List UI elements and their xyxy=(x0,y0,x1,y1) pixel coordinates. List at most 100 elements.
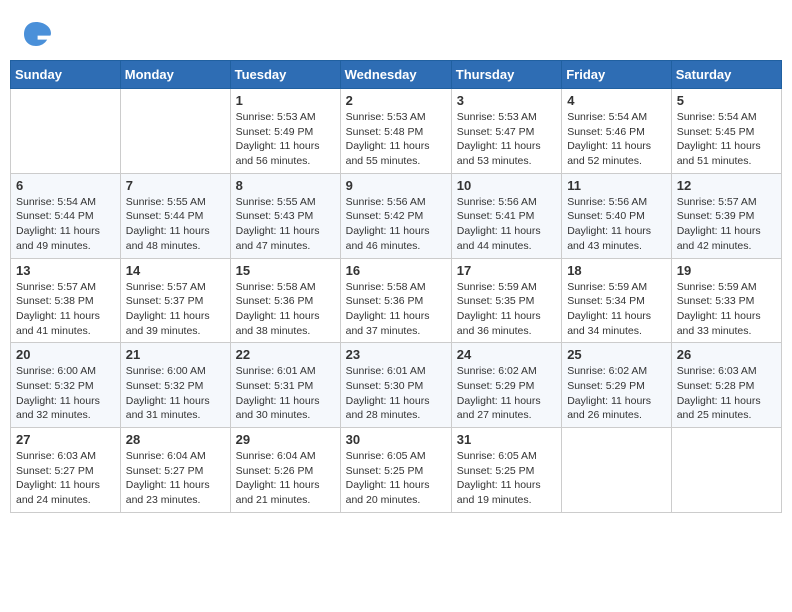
day-number: 10 xyxy=(457,178,556,193)
day-info: Sunrise: 5:56 AM Sunset: 5:40 PM Dayligh… xyxy=(567,195,666,254)
day-number: 18 xyxy=(567,263,666,278)
day-info: Sunrise: 6:04 AM Sunset: 5:27 PM Dayligh… xyxy=(126,449,225,508)
day-number: 9 xyxy=(346,178,446,193)
calendar-cell: 22Sunrise: 6:01 AM Sunset: 5:31 PM Dayli… xyxy=(230,343,340,428)
day-info: Sunrise: 6:00 AM Sunset: 5:32 PM Dayligh… xyxy=(126,364,225,423)
day-info: Sunrise: 5:59 AM Sunset: 5:34 PM Dayligh… xyxy=(567,280,666,339)
day-number: 22 xyxy=(236,347,335,362)
calendar-cell: 13 Sunrise: 5:57 AM Sunset: 5:38 PM Dayli… xyxy=(11,258,121,343)
day-info: Sunrise: 6:00 AM Sunset: 5:32 PM Dayligh… xyxy=(16,364,115,423)
day-number: 13 xyxy=(16,263,115,278)
calendar-cell: 19Sunrise: 5:59 AM Sunset: 5:33 PM Dayli… xyxy=(671,258,781,343)
weekday-header: Wednesday xyxy=(340,61,451,89)
day-info: Sunrise: 6:05 AM Sunset: 5:25 PM Dayligh… xyxy=(457,449,556,508)
day-number: 29 xyxy=(236,432,335,447)
day-number: 31 xyxy=(457,432,556,447)
day-number: 1 xyxy=(236,93,335,108)
calendar-cell: 23 Sunrise: 6:01 AM Sunset: 5:30 PM Dayli… xyxy=(340,343,451,428)
calendar-cell: 14 Sunrise: 5:57 AM Sunset: 5:37 PM Dayli… xyxy=(120,258,230,343)
day-info: Sunrise: 5:57 AM Sunset: 5:39 PM Dayligh… xyxy=(677,195,776,254)
calendar-cell: 10 Sunrise: 5:56 AM Sunset: 5:41 PM Dayli… xyxy=(451,173,561,258)
day-number: 28 xyxy=(126,432,225,447)
day-number: 4 xyxy=(567,93,666,108)
weekday-header: Thursday xyxy=(451,61,561,89)
day-info: Sunrise: 6:02 AM Sunset: 5:29 PM Dayligh… xyxy=(457,364,556,423)
calendar-cell: 1 Sunrise: 5:53 AM Sunset: 5:49 PM Daylig… xyxy=(230,89,340,174)
calendar-week-row: 27 Sunrise: 6:03 AM Sunset: 5:27 PM Dayli… xyxy=(11,428,782,513)
day-info: Sunrise: 6:01 AM Sunset: 5:30 PM Dayligh… xyxy=(346,364,446,423)
calendar-cell: 26 Sunrise: 6:03 AM Sunset: 5:28 PM Dayli… xyxy=(671,343,781,428)
day-number: 16 xyxy=(346,263,446,278)
day-number: 23 xyxy=(346,347,446,362)
calendar-cell: 2 Sunrise: 5:53 AM Sunset: 5:48 PM Daylig… xyxy=(340,89,451,174)
calendar-week-row: 13 Sunrise: 5:57 AM Sunset: 5:38 PM Dayli… xyxy=(11,258,782,343)
day-number: 30 xyxy=(346,432,446,447)
day-info: Sunrise: 5:57 AM Sunset: 5:38 PM Dayligh… xyxy=(16,280,115,339)
calendar-cell: 16 Sunrise: 5:58 AM Sunset: 5:36 PM Dayli… xyxy=(340,258,451,343)
calendar-cell: 9 Sunrise: 5:56 AM Sunset: 5:42 PM Daylig… xyxy=(340,173,451,258)
day-number: 21 xyxy=(126,347,225,362)
calendar-cell xyxy=(671,428,781,513)
calendar-cell: 20Sunrise: 6:00 AM Sunset: 5:32 PM Dayli… xyxy=(11,343,121,428)
day-info: Sunrise: 6:03 AM Sunset: 5:28 PM Dayligh… xyxy=(677,364,776,423)
day-number: 7 xyxy=(126,178,225,193)
weekday-header: Tuesday xyxy=(230,61,340,89)
day-info: Sunrise: 6:04 AM Sunset: 5:26 PM Dayligh… xyxy=(236,449,335,508)
calendar-cell: 7 Sunrise: 5:55 AM Sunset: 5:44 PM Daylig… xyxy=(120,173,230,258)
day-info: Sunrise: 6:05 AM Sunset: 5:25 PM Dayligh… xyxy=(346,449,446,508)
day-info: Sunrise: 5:56 AM Sunset: 5:41 PM Dayligh… xyxy=(457,195,556,254)
day-number: 17 xyxy=(457,263,556,278)
day-number: 26 xyxy=(677,347,776,362)
calendar-week-row: 20Sunrise: 6:00 AM Sunset: 5:32 PM Dayli… xyxy=(11,343,782,428)
day-number: 2 xyxy=(346,93,446,108)
calendar-cell: 6Sunrise: 5:54 AM Sunset: 5:44 PM Daylig… xyxy=(11,173,121,258)
calendar-cell: 24 Sunrise: 6:02 AM Sunset: 5:29 PM Dayli… xyxy=(451,343,561,428)
weekday-header: Monday xyxy=(120,61,230,89)
calendar-cell: 17 Sunrise: 5:59 AM Sunset: 5:35 PM Dayli… xyxy=(451,258,561,343)
day-number: 15 xyxy=(236,263,335,278)
day-number: 24 xyxy=(457,347,556,362)
calendar-cell: 25 Sunrise: 6:02 AM Sunset: 5:29 PM Dayli… xyxy=(562,343,672,428)
page-header xyxy=(10,10,782,60)
calendar-cell: 18 Sunrise: 5:59 AM Sunset: 5:34 PM Dayli… xyxy=(562,258,672,343)
weekday-header: Saturday xyxy=(671,61,781,89)
logo-icon xyxy=(20,18,52,50)
day-number: 14 xyxy=(126,263,225,278)
weekday-header: Sunday xyxy=(11,61,121,89)
calendar-cell xyxy=(11,89,121,174)
calendar-cell xyxy=(120,89,230,174)
logo xyxy=(20,18,56,50)
calendar-header-row: SundayMondayTuesdayWednesdayThursdayFrid… xyxy=(11,61,782,89)
day-number: 25 xyxy=(567,347,666,362)
calendar-cell: 31 Sunrise: 6:05 AM Sunset: 5:25 PM Dayli… xyxy=(451,428,561,513)
day-info: Sunrise: 5:53 AM Sunset: 5:47 PM Dayligh… xyxy=(457,110,556,169)
calendar-cell: 4 Sunrise: 5:54 AM Sunset: 5:46 PM Daylig… xyxy=(562,89,672,174)
calendar-cell: 15Sunrise: 5:58 AM Sunset: 5:36 PM Dayli… xyxy=(230,258,340,343)
calendar-week-row: 6Sunrise: 5:54 AM Sunset: 5:44 PM Daylig… xyxy=(11,173,782,258)
day-number: 19 xyxy=(677,263,776,278)
calendar-cell xyxy=(562,428,672,513)
day-info: Sunrise: 5:54 AM Sunset: 5:44 PM Dayligh… xyxy=(16,195,115,254)
day-info: Sunrise: 5:59 AM Sunset: 5:35 PM Dayligh… xyxy=(457,280,556,339)
day-number: 8 xyxy=(236,178,335,193)
day-info: Sunrise: 5:54 AM Sunset: 5:46 PM Dayligh… xyxy=(567,110,666,169)
day-info: Sunrise: 5:53 AM Sunset: 5:48 PM Dayligh… xyxy=(346,110,446,169)
weekday-header: Friday xyxy=(562,61,672,89)
calendar-cell: 28 Sunrise: 6:04 AM Sunset: 5:27 PM Dayli… xyxy=(120,428,230,513)
calendar-cell: 11 Sunrise: 5:56 AM Sunset: 5:40 PM Dayli… xyxy=(562,173,672,258)
day-info: Sunrise: 5:57 AM Sunset: 5:37 PM Dayligh… xyxy=(126,280,225,339)
day-info: Sunrise: 5:58 AM Sunset: 5:36 PM Dayligh… xyxy=(346,280,446,339)
calendar-cell: 12Sunrise: 5:57 AM Sunset: 5:39 PM Dayli… xyxy=(671,173,781,258)
calendar-cell: 3 Sunrise: 5:53 AM Sunset: 5:47 PM Daylig… xyxy=(451,89,561,174)
calendar-cell: 29 Sunrise: 6:04 AM Sunset: 5:26 PM Dayli… xyxy=(230,428,340,513)
day-info: Sunrise: 5:54 AM Sunset: 5:45 PM Dayligh… xyxy=(677,110,776,169)
day-info: Sunrise: 6:03 AM Sunset: 5:27 PM Dayligh… xyxy=(16,449,115,508)
day-info: Sunrise: 5:56 AM Sunset: 5:42 PM Dayligh… xyxy=(346,195,446,254)
day-info: Sunrise: 5:55 AM Sunset: 5:44 PM Dayligh… xyxy=(126,195,225,254)
day-info: Sunrise: 6:02 AM Sunset: 5:29 PM Dayligh… xyxy=(567,364,666,423)
day-number: 11 xyxy=(567,178,666,193)
day-number: 27 xyxy=(16,432,115,447)
day-info: Sunrise: 5:53 AM Sunset: 5:49 PM Dayligh… xyxy=(236,110,335,169)
calendar-cell: 21 Sunrise: 6:00 AM Sunset: 5:32 PM Dayli… xyxy=(120,343,230,428)
day-number: 3 xyxy=(457,93,556,108)
